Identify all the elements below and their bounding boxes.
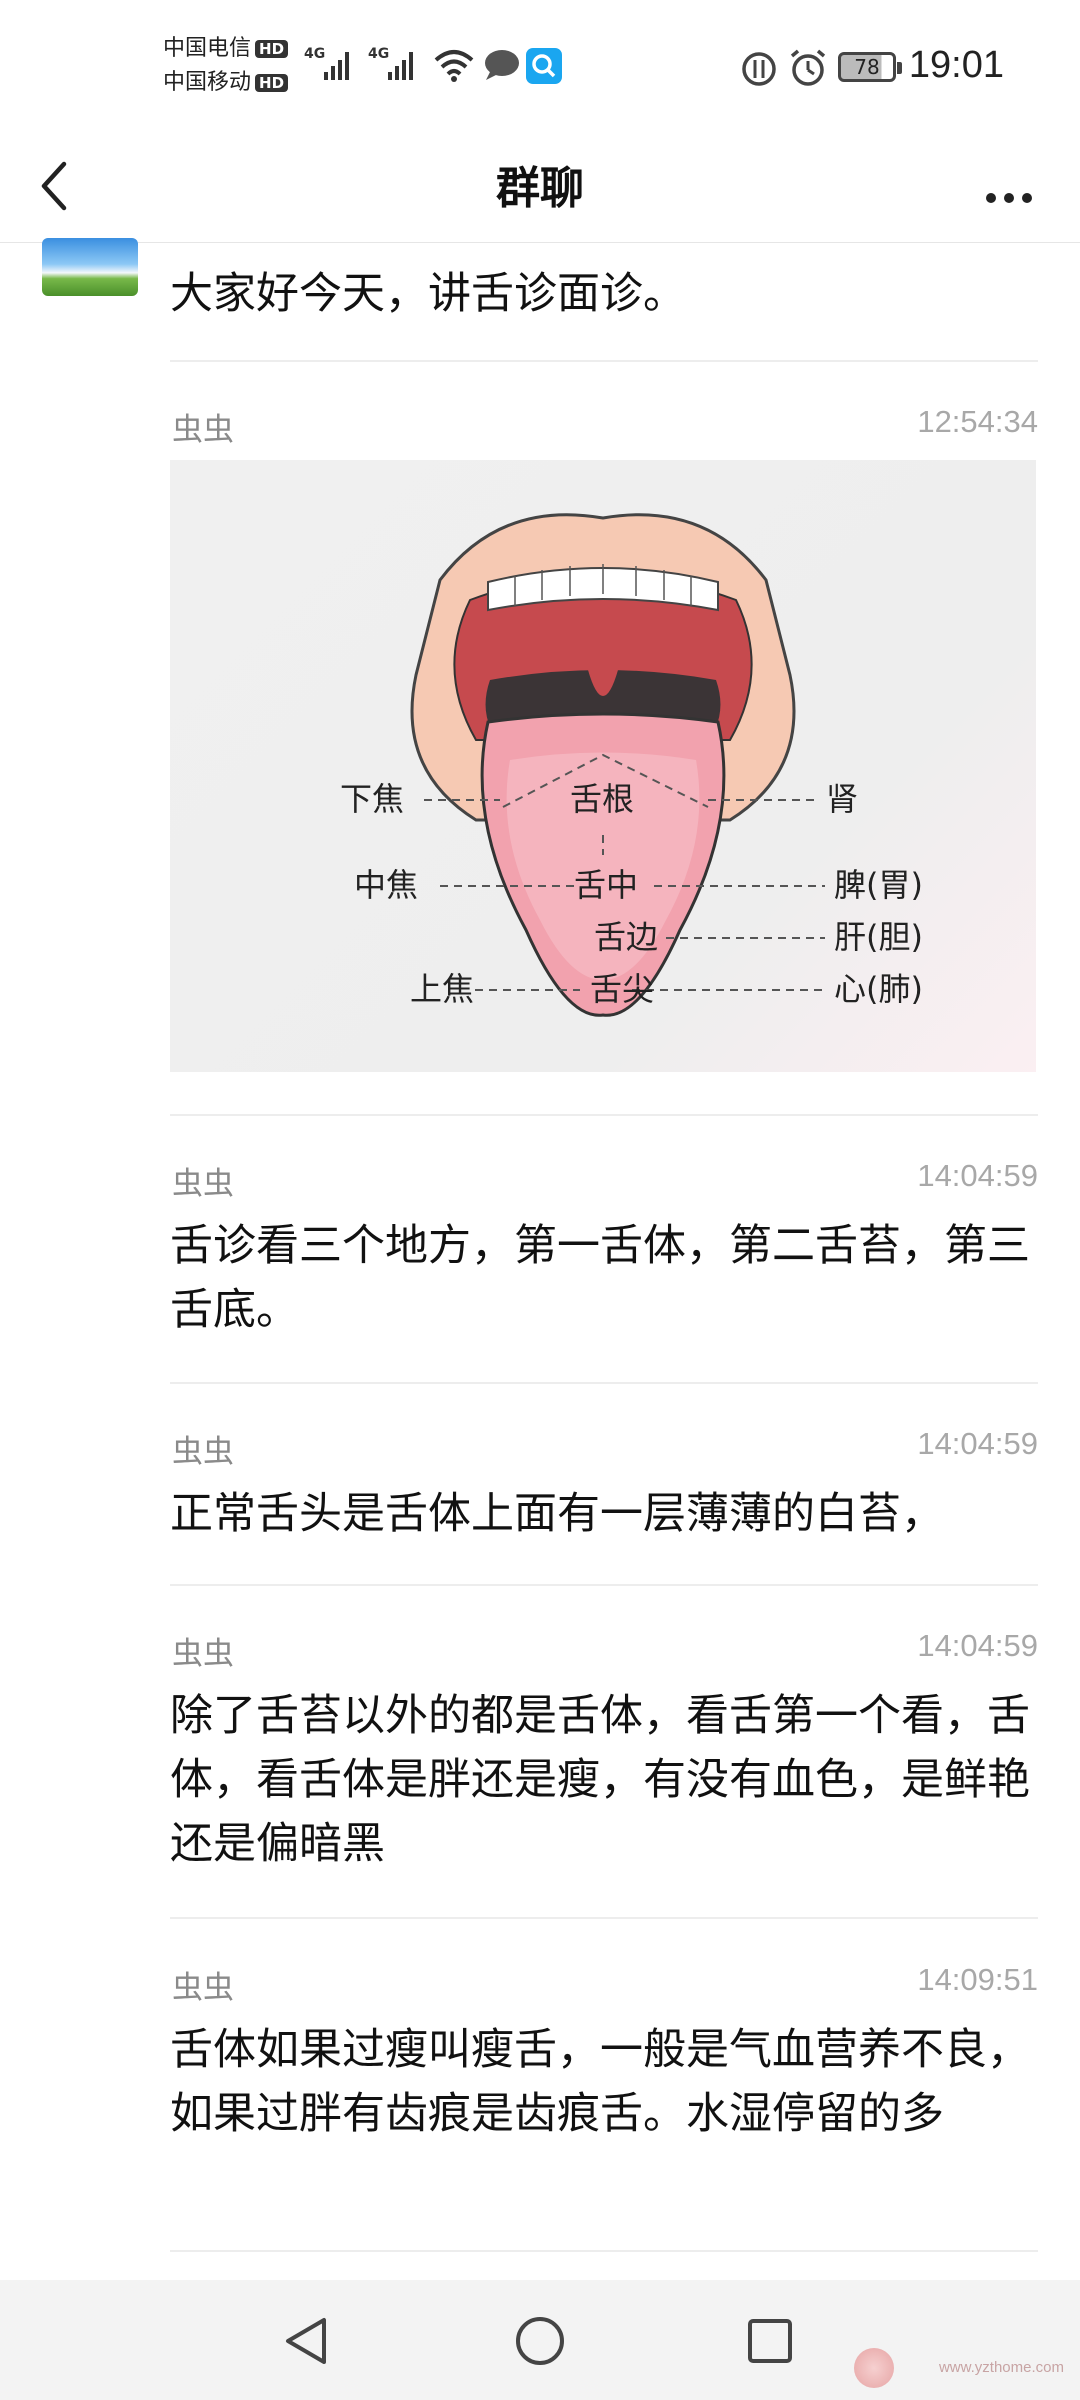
- nav-back-icon[interactable]: [272, 2306, 342, 2376]
- message-timestamp: 14:09:51: [917, 1962, 1038, 1997]
- nav-recents-icon[interactable]: [735, 2306, 805, 2376]
- message-divider: [170, 1382, 1038, 1384]
- chat-header: 群聊: [0, 130, 1080, 243]
- message-sender: 虫虫: [172, 1166, 234, 1202]
- hd-badge: HD: [255, 40, 289, 58]
- network-2-label: 4G: [368, 46, 389, 62]
- alarm-icon: [790, 49, 826, 86]
- label-tongue-root: 舌根: [570, 780, 634, 818]
- message-text: 舌诊看三个地方，第一舌体，第二舌苔，第三舌底。: [170, 1221, 1030, 1335]
- message-sender: 虫虫: [172, 412, 234, 448]
- message-sender: 虫虫: [172, 1970, 234, 2006]
- watermark-logo-icon: [854, 2348, 894, 2388]
- carrier-1-label: 中国电信: [163, 36, 252, 61]
- message-sender: 虫虫: [172, 1636, 234, 1672]
- label-tongue-middle: 舌中: [574, 866, 638, 904]
- message-text: 大家好今天，讲舌诊面诊。: [170, 269, 686, 319]
- clock: 19:01: [908, 44, 1004, 86]
- status-bar: 中国电信 HD 中国移动 HD 4G 4G 78 19:01: [0, 0, 1080, 130]
- message-divider: [170, 1917, 1038, 1919]
- message-divider: [170, 2250, 1038, 2252]
- signal-1-icon: 4G: [304, 46, 349, 80]
- site-watermark: www.yzthome.com: [854, 2348, 1064, 2388]
- label-middle-jiao: 中焦: [354, 866, 418, 904]
- label-liver-gallbladder: 肝(胆): [834, 918, 923, 956]
- label-spleen-stomach: 脾(胃): [834, 866, 923, 904]
- tongue-diagram-image[interactable]: 舌根 舌中 舌边 舌尖 下焦 中焦 上焦 肾 脾(胃) 肝(胆) 心(肺): [170, 460, 1036, 1072]
- network-1-label: 4G: [304, 46, 325, 62]
- message-divider: [170, 360, 1038, 362]
- signal-2-icon: 4G: [368, 46, 413, 80]
- hd-badge: HD: [255, 74, 289, 92]
- more-options-icon[interactable]: [974, 152, 1044, 212]
- message-text: 除了舌苔以外的都是舌体，看舌第一个看，舌体，看舌体是胖还是瘦，有没有血色，是鲜艳…: [170, 1691, 1030, 1869]
- message-timestamp: 14:04:59: [917, 1628, 1038, 1663]
- label-heart-lung: 心(肺): [834, 970, 923, 1008]
- wifi-icon: [434, 50, 474, 82]
- label-tongue-edge: 舌边: [594, 918, 658, 956]
- message-text: 正常舌头是舌体上面有一层薄薄的白苔，: [170, 1489, 944, 1539]
- label-lower-jiao: 下焦: [340, 780, 404, 818]
- message-divider: [170, 1114, 1038, 1116]
- battery-icon: 78: [838, 52, 902, 82]
- label-upper-jiao: 上焦: [410, 970, 474, 1008]
- carrier-1: 中国电信 HD: [163, 36, 289, 62]
- message-timestamp: 12:54:34: [917, 404, 1038, 439]
- message-divider: [170, 1584, 1038, 1586]
- message-text: 舌体如果过瘦叫瘦舌，一般是气血营养不良，如果过胖有齿痕是齿痕舌。水湿停留的多: [170, 2025, 1030, 2139]
- chat-title: 群聊: [496, 163, 584, 214]
- carrier-2: 中国移动 HD: [163, 70, 289, 96]
- message-timestamp: 14:04:59: [917, 1426, 1038, 1461]
- search-app-icon: [526, 48, 562, 84]
- watermark-text: www.yzthome.com: [938, 2359, 1064, 2376]
- avatar[interactable]: [42, 238, 138, 296]
- carrier-2-label: 中国移动: [163, 70, 252, 95]
- system-navigation-bar: www.yzthome.com: [0, 2280, 1080, 2400]
- message-timestamp: 14:04:59: [917, 1158, 1038, 1193]
- message-notification-icon: [485, 50, 519, 80]
- label-kidney: 肾: [826, 780, 858, 818]
- data-saver-icon: [742, 52, 776, 86]
- label-tongue-tip: 舌尖: [590, 970, 654, 1008]
- message-sender: 虫虫: [172, 1434, 234, 1470]
- nav-home-icon[interactable]: [505, 2306, 575, 2376]
